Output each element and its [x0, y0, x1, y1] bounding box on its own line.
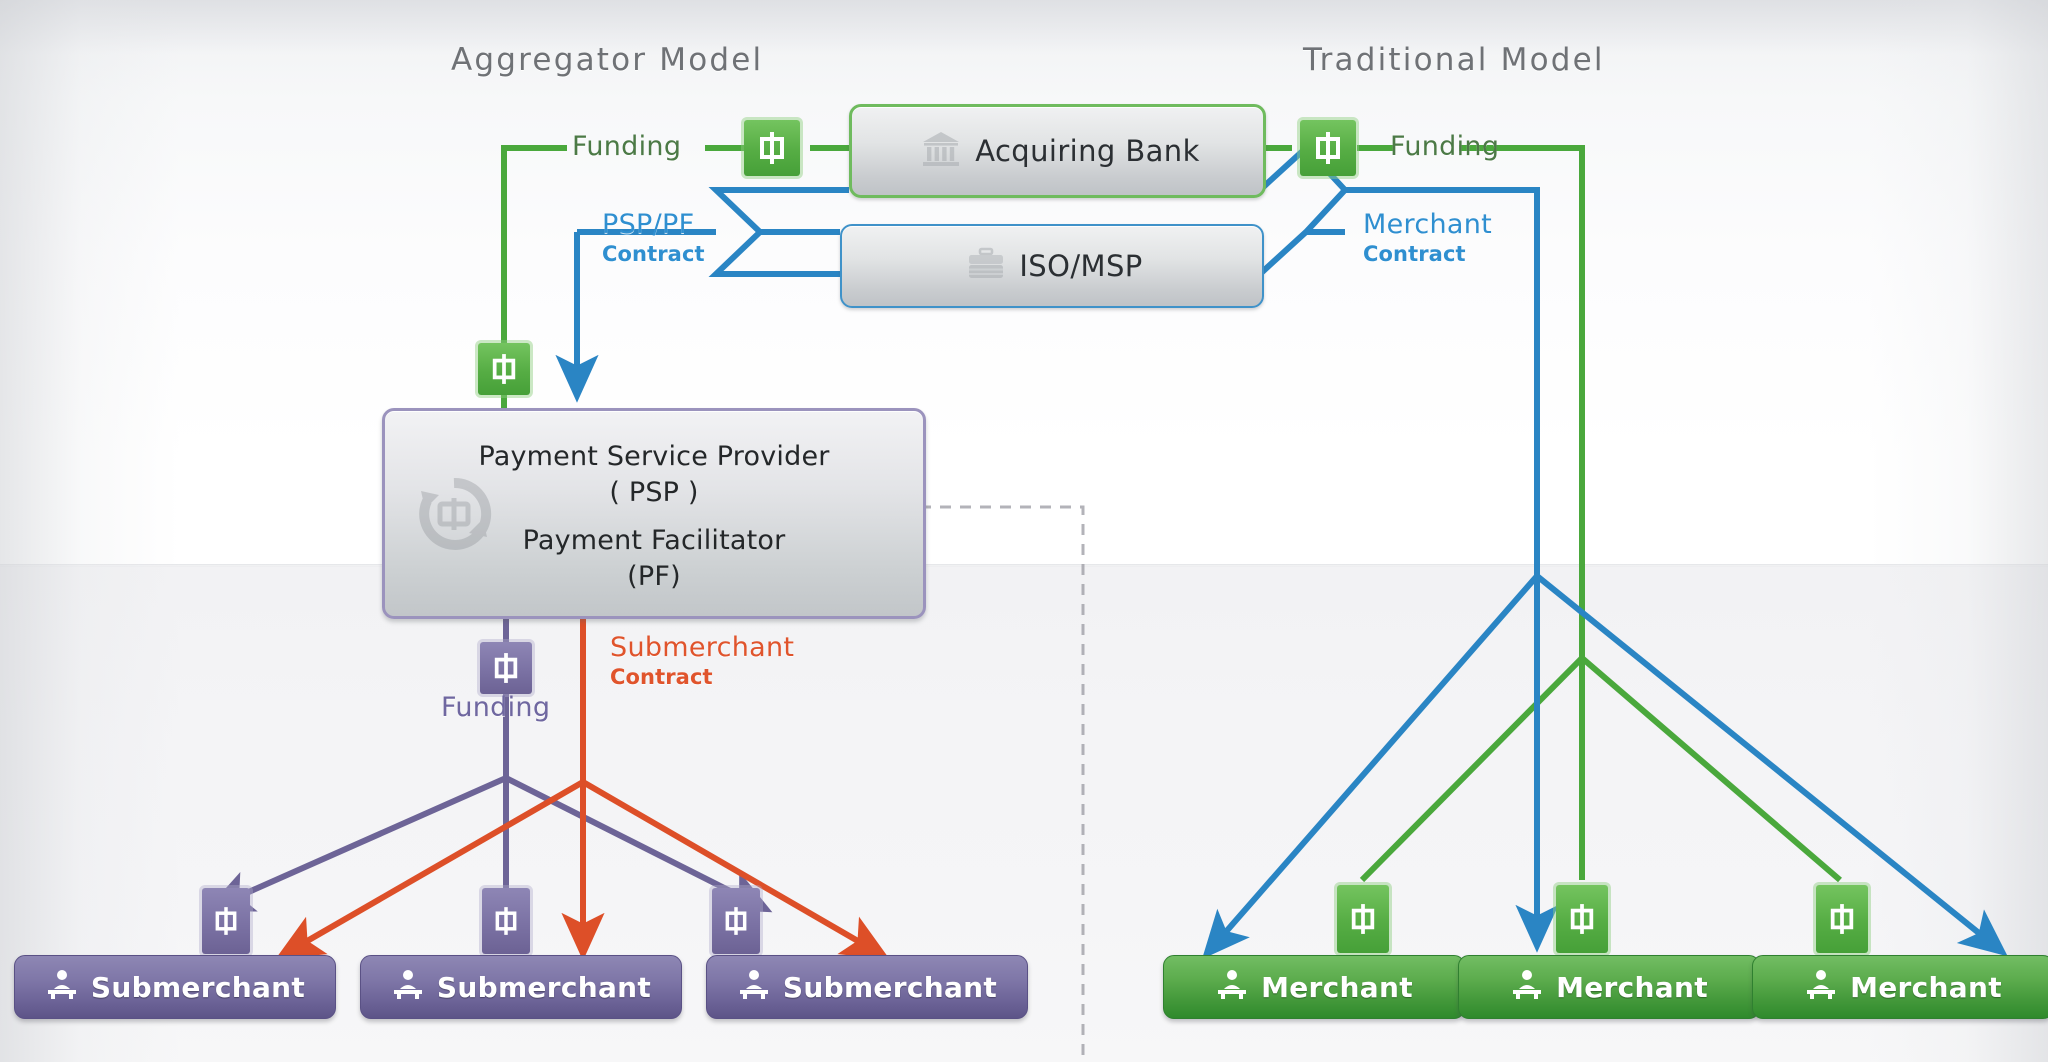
diagram-canvas: Aggregator Model Traditional Model Acqui…: [0, 0, 2048, 1062]
submerchant-label: Submerchant: [436, 970, 652, 1004]
dollar-chip-icon: [1556, 885, 1608, 953]
node-submerchant[interactable]: Submerchant: [706, 955, 1028, 1019]
dollar-chip-icon: [1300, 120, 1356, 176]
dollar-chip-icon: [712, 888, 760, 954]
node-submerchant[interactable]: Submerchant: [360, 955, 682, 1019]
merchant-label: Merchant: [1261, 970, 1413, 1004]
node-iso-msp[interactable]: ISO/MSP: [840, 224, 1264, 308]
merchant-label: Merchant: [1556, 970, 1708, 1004]
acquiring-bank-label: Acquiring Bank: [975, 134, 1200, 168]
psp-line-4: (PF): [627, 561, 681, 592]
merchant-person-icon: [1804, 969, 1838, 1006]
title-traditional-model: Traditional Model: [1303, 42, 1605, 78]
merchant-person-icon: [1215, 969, 1249, 1006]
psp-line-3: Payment Facilitator: [522, 525, 786, 556]
iso-msp-label: ISO/MSP: [1019, 249, 1143, 283]
label-merchant-contract: Merchant Contract: [1363, 209, 1493, 267]
node-merchant[interactable]: Merchant: [1458, 955, 1760, 1019]
label-funding-right: Funding: [1390, 131, 1500, 162]
merchant-contract-line1: Merchant: [1363, 209, 1493, 240]
merchant-person-icon: [1510, 969, 1544, 1006]
dollar-chip-icon: [478, 343, 530, 395]
dollar-chip-icon: [744, 120, 800, 176]
merchant-contract-line2: Contract: [1363, 242, 1466, 266]
dollar-chip-icon: [202, 888, 250, 954]
psp-line-1: Payment Service Provider: [478, 441, 830, 472]
node-acquiring-bank[interactable]: Acquiring Bank: [849, 104, 1266, 198]
psp-line-2: ( PSP ): [609, 477, 699, 508]
submerchant-label: Submerchant: [782, 970, 998, 1004]
node-merchant[interactable]: Merchant: [1163, 955, 1465, 1019]
submerchant-contract-line1: Submerchant: [610, 632, 795, 663]
label-psp-pf-contract: PSP/PF Contract: [602, 209, 705, 267]
dollar-glyph: [760, 132, 784, 164]
label-submerchant-contract: Submerchant Contract: [610, 632, 795, 690]
label-funding-left: Funding: [572, 131, 682, 162]
briefcase-icon: [967, 247, 1005, 285]
merchant-label: Merchant: [1850, 970, 2002, 1004]
merchant-person-icon: [391, 969, 425, 1006]
dollar-chip-icon: [1337, 885, 1389, 953]
psp-pf-contract-line2: Contract: [602, 242, 705, 266]
merchant-person-icon: [737, 969, 771, 1006]
wire-green-right-funding: [1260, 145, 1842, 883]
merchant-person-icon: [45, 969, 79, 1006]
submerchant-contract-line2: Contract: [610, 665, 713, 689]
title-aggregator-model: Aggregator Model: [451, 42, 764, 78]
node-merchant[interactable]: Merchant: [1752, 955, 2048, 1019]
submerchant-label: Submerchant: [90, 970, 306, 1004]
dollar-chip-icon: [1816, 885, 1868, 953]
bank-columns-icon: [921, 130, 961, 172]
psp-text-block: Payment Service Provider ( PSP ) Payment…: [385, 439, 923, 595]
label-funding-psp: Funding: [441, 692, 551, 723]
dollar-chip-icon: [480, 642, 532, 694]
node-payment-service-provider[interactable]: Payment Service Provider ( PSP ) Payment…: [382, 408, 926, 619]
node-submerchant[interactable]: Submerchant: [14, 955, 336, 1019]
psp-pf-contract-line1: PSP/PF: [602, 209, 695, 240]
dollar-chip-icon: [482, 888, 530, 954]
